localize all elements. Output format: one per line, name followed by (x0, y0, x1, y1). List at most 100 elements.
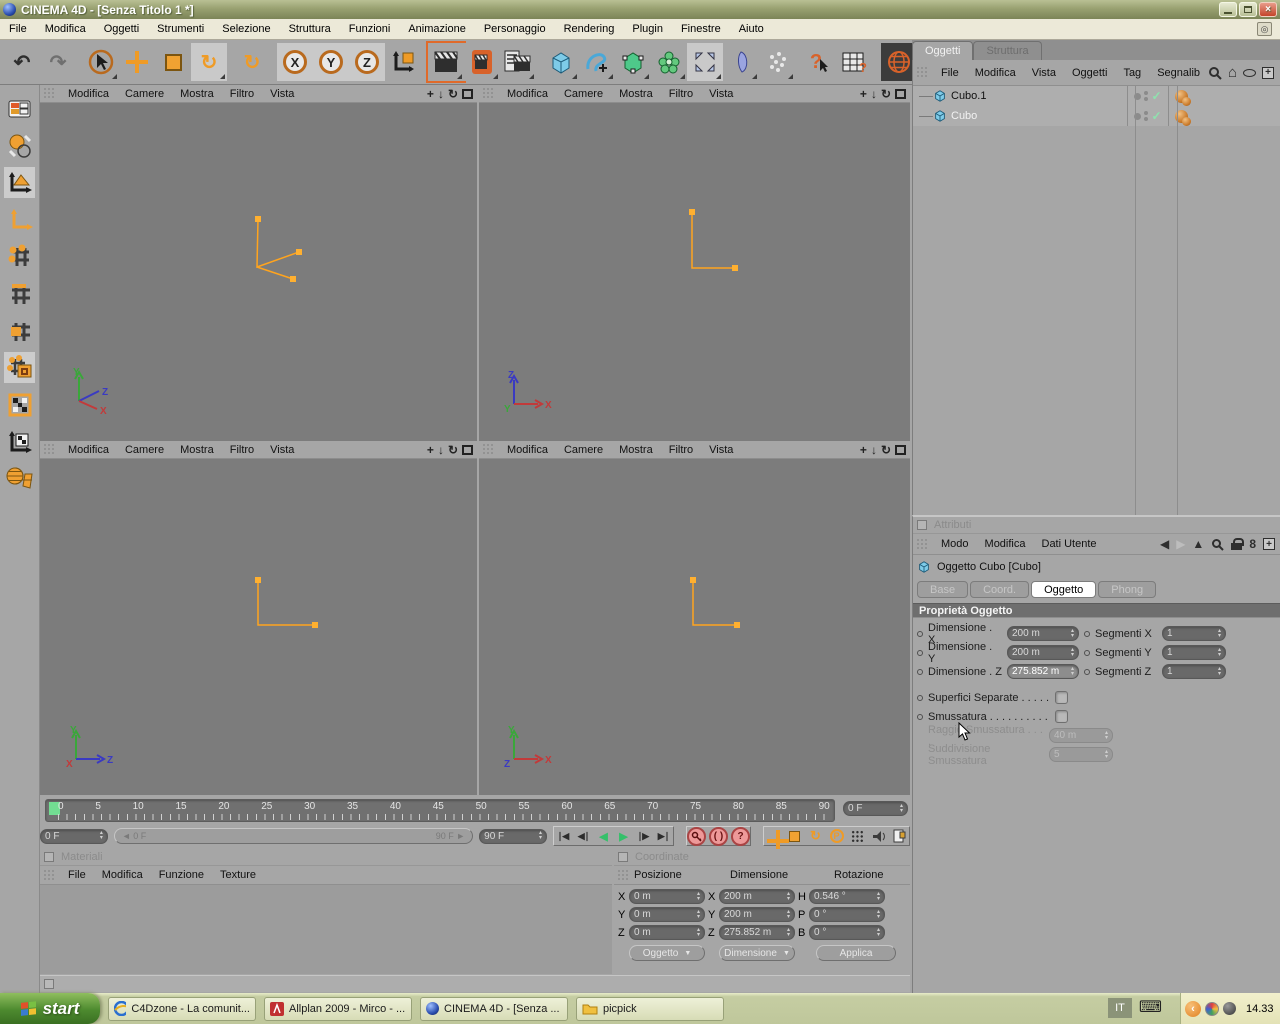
goto-end-button[interactable]: ▶∣ (654, 827, 673, 845)
timeline-range-slider[interactable]: ◄ 0 F 90 F ► (113, 828, 474, 844)
help-button[interactable]: ? (802, 43, 838, 81)
rotate-view-icon[interactable]: ↻ (448, 87, 458, 101)
tab-oggetto[interactable]: Oggetto (1031, 581, 1097, 598)
viewport-menu-item[interactable]: Filtro (661, 86, 701, 102)
viewport-menu-item[interactable]: Mostra (611, 86, 661, 102)
dolly-view-icon[interactable]: ↓ (871, 87, 877, 101)
enable-check-icon[interactable]: ✓ (1151, 89, 1161, 103)
search-icon[interactable] (1208, 66, 1222, 80)
audio-tray-icon[interactable] (1223, 1002, 1236, 1015)
expand-button[interactable] (687, 43, 723, 81)
anim-dot[interactable] (917, 668, 923, 675)
viewport-top[interactable]: Z X Y (479, 103, 910, 441)
section-proprieta-oggetto[interactable]: Proprietà Oggetto (913, 603, 1280, 618)
taskbar-item-browser[interactable]: C4Dzone - La comunit... (108, 996, 256, 1021)
render-settings-button[interactable] (500, 43, 536, 81)
anim-dot[interactable] (1084, 668, 1090, 675)
position-z-field[interactable]: 0 m ▴ ▾ (629, 925, 705, 940)
viewport-menu-item[interactable]: Modifica (499, 442, 556, 458)
start-button[interactable]: start (0, 993, 100, 1024)
viewport-menu-item[interactable]: Mostra (172, 442, 222, 458)
history-count-icon[interactable]: 8 (1249, 537, 1256, 551)
array-modeling-button[interactable] (651, 43, 687, 81)
play-backward-button[interactable]: ◀ (594, 827, 613, 845)
dolly-view-icon[interactable]: ↓ (438, 87, 444, 101)
position-y-field[interactable]: 0 m ▴ ▾ (629, 907, 705, 922)
size-z-field[interactable]: 275.852 m ▴ ▾ (719, 925, 795, 940)
anim-dot[interactable] (1084, 649, 1090, 656)
tab-struttura[interactable]: Struttura (973, 41, 1042, 60)
enable-check-icon[interactable]: ✓ (1151, 109, 1161, 123)
tab-phong[interactable]: Phong (1098, 581, 1157, 598)
panel-checkbox[interactable] (44, 852, 54, 862)
segments-x-field[interactable]: 1 ▴ ▾ (1162, 626, 1226, 641)
lock-y-axis-button[interactable]: Y (313, 43, 349, 81)
materials-menu-item[interactable]: Texture (212, 867, 264, 883)
language-indicator[interactable]: IT (1108, 998, 1132, 1018)
scale-tool-button[interactable] (155, 43, 191, 81)
object-manager-menu-item[interactable]: File (933, 65, 967, 81)
add-panel-icon[interactable]: + (1263, 538, 1275, 550)
timeline-ruler[interactable]: 0 5 10 15 20 25 30 35 40 45 50 55 60 65 70 75 80 85 90 (45, 799, 835, 822)
attributes-menu-item[interactable]: Dati Utente (1034, 536, 1105, 552)
rotate-view-icon[interactable]: ↻ (881, 443, 891, 457)
size-y-field[interactable]: 200 m ▴ ▾ (719, 907, 795, 922)
anim-dot[interactable] (917, 630, 923, 637)
model-mode-button[interactable] (4, 130, 35, 161)
menu-item[interactable]: Selezione (213, 20, 279, 38)
last-tool-button[interactable]: ↻ (234, 43, 270, 81)
rotation-p-field[interactable]: 0 ° ▴ ▾ (809, 907, 885, 922)
picpick-tray-icon[interactable] (1205, 1001, 1219, 1016)
edges-mode-button[interactable] (4, 278, 35, 309)
segments-z-field[interactable]: 1 ▴ ▾ (1162, 664, 1226, 679)
viewport-menu-item[interactable]: Mostra (172, 86, 222, 102)
object-name[interactable]: Cubo.1 (951, 90, 1127, 102)
rotation-h-field[interactable]: 0.546 ° ▴ ▾ (809, 889, 885, 904)
viewport-menu-item[interactable]: Vista (262, 86, 302, 102)
lock-icon[interactable] (1231, 538, 1245, 550)
panel-grip[interactable] (43, 868, 56, 882)
lock-x-axis-button[interactable]: X (277, 43, 313, 81)
viewport-menu-item[interactable]: Filtro (661, 442, 701, 458)
collapsed-panel-strip[interactable] (40, 975, 910, 992)
size-z-attr-field[interactable]: 275.852 m ▴ ▾ (1007, 664, 1079, 679)
window-gadget-icon[interactable]: ◎ (1257, 22, 1272, 36)
search-icon[interactable] (1211, 538, 1225, 551)
anim-dot[interactable] (917, 694, 923, 701)
live-selection-button[interactable] (83, 43, 119, 81)
taskbar-item-cinema4d[interactable]: CINEMA 4D - [Senza ... (420, 996, 568, 1021)
tab-coord[interactable]: Coord. (970, 581, 1030, 598)
sound-toggle[interactable] (869, 827, 888, 845)
coord-mode-dropdown[interactable]: Oggetto ▼ (629, 945, 705, 961)
menu-item[interactable]: Rendering (555, 20, 624, 38)
panel-grip[interactable] (916, 66, 929, 79)
rotate-view-icon[interactable]: ↻ (448, 443, 458, 457)
panel-checkbox[interactable] (44, 979, 54, 989)
superfici-separate-checkbox[interactable] (1055, 691, 1068, 704)
record-keyframe-button[interactable] (687, 826, 706, 846)
anim-dot[interactable] (917, 649, 923, 656)
viewport-right[interactable]: Y Z X (40, 459, 477, 795)
current-frame-field[interactable]: 0 F ▴ ▾ (843, 801, 908, 816)
menu-item[interactable]: Finestre (672, 20, 730, 38)
size-mode-dropdown[interactable]: Dimensione ▼ (719, 945, 795, 961)
size-x-field[interactable]: 200 m ▴ ▾ (719, 889, 795, 904)
visibility-dots[interactable]: ✓ (1127, 86, 1169, 106)
object-manager-menu-item[interactable]: Tag (1115, 65, 1149, 81)
frame-end-field[interactable]: 90 F ▴ ▾ (479, 828, 547, 844)
content-browser-button[interactable]: ? (838, 43, 874, 81)
object-row[interactable]: Cubo.1 ✓ (913, 86, 1280, 106)
panel-checkbox[interactable] (618, 852, 628, 862)
object-manager-menu-item[interactable]: Modifica (967, 65, 1024, 81)
materials-menu-item[interactable]: Modifica (94, 867, 151, 883)
rotation-b-field[interactable]: 0 ° ▴ ▾ (809, 925, 885, 940)
panel-grip[interactable] (43, 443, 56, 456)
parent-object-icon[interactable]: ▲ (1192, 537, 1204, 551)
menu-item[interactable]: Aiuto (730, 20, 773, 38)
frame-start-field[interactable]: 0 F ▴ ▾ (40, 828, 108, 844)
home-icon[interactable]: ⌂ (1228, 64, 1237, 81)
viewport-menu-item[interactable]: Modifica (60, 442, 117, 458)
attributes-menu-item[interactable]: Modo (933, 536, 977, 552)
menu-item[interactable]: Animazione (399, 20, 474, 38)
menu-item[interactable]: Modifica (36, 20, 95, 38)
